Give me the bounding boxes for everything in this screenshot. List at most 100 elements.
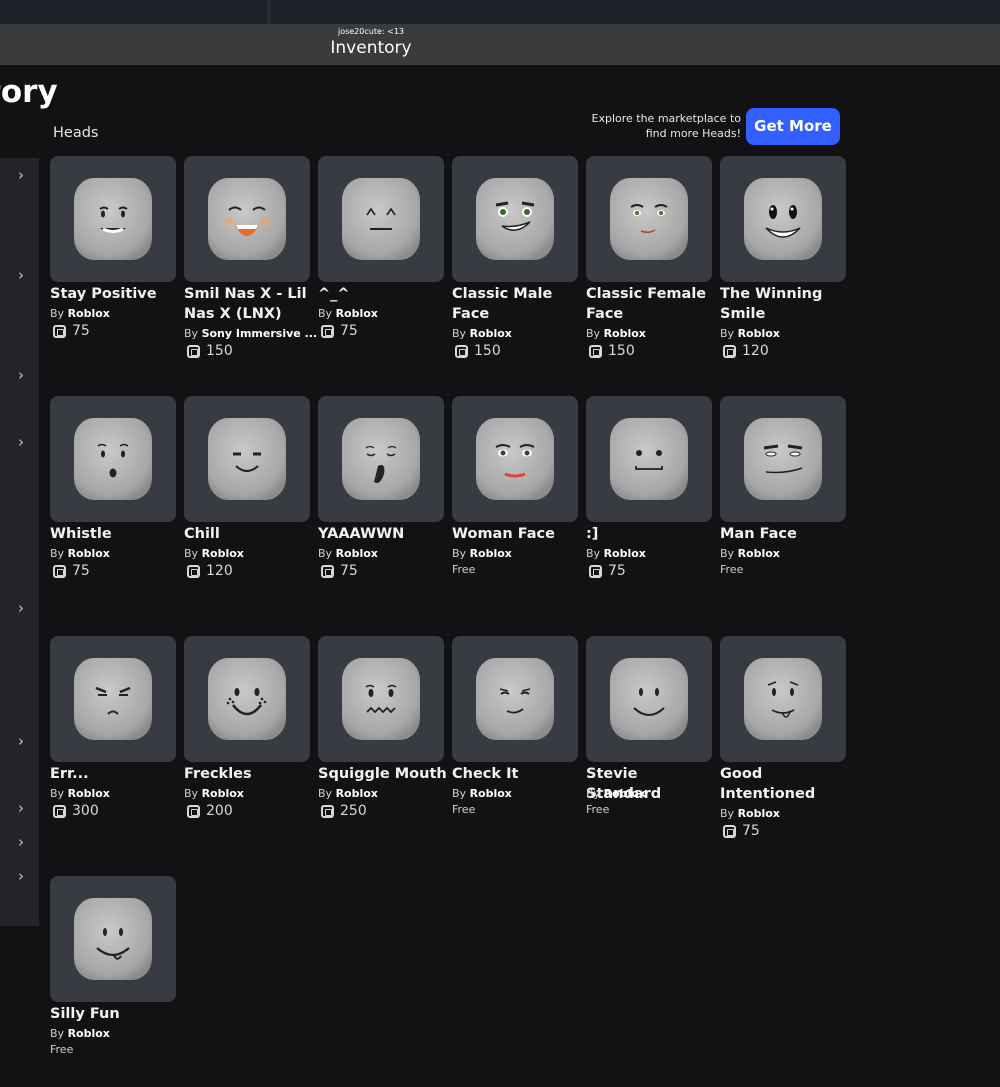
creator-name[interactable]: Roblox: [336, 787, 378, 800]
item-name[interactable]: :]: [586, 524, 716, 544]
chevron-right-icon[interactable]: ›: [18, 734, 30, 749]
creator-name[interactable]: Sony Immersive ...: [202, 327, 318, 340]
item-thumbnail[interactable]: [452, 396, 578, 522]
item-thumbnail[interactable]: [720, 396, 846, 522]
by-prefix: By: [184, 787, 199, 800]
item-meta: By Roblox 75: [50, 546, 190, 580]
item-name[interactable]: The Winning Smile: [720, 284, 850, 324]
item-name[interactable]: Stay Positive: [50, 284, 180, 304]
by-prefix: By: [452, 787, 467, 800]
creator-name[interactable]: Roblox: [202, 787, 244, 800]
item-thumbnail[interactable]: [452, 156, 578, 282]
item-meta: By Roblox 120: [184, 546, 324, 580]
item-name[interactable]: Woman Face: [452, 524, 582, 544]
item-name[interactable]: Silly Fun: [50, 1004, 180, 1024]
creator-name[interactable]: Roblox: [604, 547, 646, 560]
item-creator: By Roblox: [586, 786, 726, 802]
chevron-right-icon[interactable]: ›: [18, 168, 30, 183]
item-creator: By Roblox: [586, 326, 726, 342]
item-thumbnail[interactable]: [184, 396, 310, 522]
chevron-right-icon[interactable]: ›: [18, 801, 30, 816]
category-sidebar: › › › › › › › › ›: [0, 158, 39, 926]
price-value: 150: [206, 343, 233, 359]
creator-name[interactable]: Roblox: [738, 547, 780, 560]
creator-name[interactable]: Roblox: [738, 327, 780, 340]
creator-name[interactable]: Roblox: [470, 787, 512, 800]
chevron-right-icon[interactable]: ›: [18, 601, 30, 616]
price-value: 200: [206, 803, 233, 819]
item-name[interactable]: Smil Nas X - Lil Nas X (LNX): [184, 284, 314, 324]
item-name[interactable]: YAAAWWN: [318, 524, 448, 544]
item-meta: By Roblox Free: [50, 1026, 190, 1058]
item-creator: By Roblox: [318, 786, 458, 802]
item-thumbnail[interactable]: [50, 876, 176, 1002]
by-prefix: By: [586, 787, 601, 800]
creator-name[interactable]: Roblox: [738, 807, 780, 820]
item-thumbnail[interactable]: [318, 396, 444, 522]
item-name[interactable]: Good Intentioned: [720, 764, 850, 804]
item-thumbnail[interactable]: [452, 636, 578, 762]
by-prefix: By: [586, 547, 601, 560]
creator-name[interactable]: Roblox: [68, 547, 110, 560]
chevron-right-icon[interactable]: ›: [18, 435, 30, 450]
creator-name[interactable]: Roblox: [604, 787, 646, 800]
robux-icon: [723, 824, 736, 838]
item-thumbnail[interactable]: [50, 636, 176, 762]
creator-name[interactable]: Roblox: [68, 1027, 110, 1040]
by-prefix: By: [184, 547, 199, 560]
item-thumbnail[interactable]: [318, 156, 444, 282]
item-thumbnail[interactable]: [318, 636, 444, 762]
robux-icon: [321, 564, 334, 578]
item-name[interactable]: Check It: [452, 764, 582, 784]
item-meta: By Roblox Free: [452, 546, 592, 578]
item-thumbnail[interactable]: [586, 636, 712, 762]
by-prefix: By: [586, 327, 601, 340]
item-name[interactable]: Freckles: [184, 764, 314, 784]
item-thumbnail[interactable]: [184, 156, 310, 282]
item-thumbnail[interactable]: [720, 156, 846, 282]
item-price: 150: [586, 342, 726, 360]
item-name[interactable]: Man Face: [720, 524, 850, 544]
item-thumbnail[interactable]: [720, 636, 846, 762]
creator-name[interactable]: Roblox: [336, 307, 378, 320]
item-meta: By Roblox 75: [586, 546, 726, 580]
item-meta: By Roblox 75: [318, 546, 458, 580]
creator-name[interactable]: Roblox: [68, 307, 110, 320]
item-name[interactable]: Err...: [50, 764, 180, 784]
item-thumbnail[interactable]: [50, 156, 176, 282]
chevron-right-icon[interactable]: ›: [18, 869, 30, 884]
get-more-button[interactable]: Get More: [746, 108, 840, 145]
chevron-right-icon[interactable]: ›: [18, 268, 30, 283]
creator-name[interactable]: Roblox: [470, 327, 512, 340]
item-thumbnail[interactable]: [586, 396, 712, 522]
item-name[interactable]: ^_^: [318, 284, 448, 304]
by-prefix: By: [720, 547, 735, 560]
chevron-right-icon[interactable]: ›: [18, 368, 30, 383]
item-name[interactable]: Classic Male Face: [452, 284, 582, 324]
item-meta: By Roblox 75: [720, 806, 860, 840]
creator-name[interactable]: Roblox: [604, 327, 646, 340]
item-thumbnail[interactable]: [50, 396, 176, 522]
chevron-right-icon[interactable]: ›: [18, 835, 30, 850]
creator-name[interactable]: Roblox: [470, 547, 512, 560]
item-name[interactable]: Classic Female Face: [586, 284, 716, 324]
item-thumbnail[interactable]: [586, 156, 712, 282]
price-value: 75: [72, 563, 90, 579]
creator-name[interactable]: Roblox: [336, 547, 378, 560]
item-name[interactable]: Chill: [184, 524, 314, 544]
by-prefix: By: [184, 327, 199, 340]
username-label: jose20cute: <13: [337, 27, 405, 36]
item-creator: By Roblox: [720, 326, 860, 342]
price-value: 250: [340, 803, 367, 819]
by-prefix: By: [318, 787, 333, 800]
item-creator: By Roblox: [452, 786, 592, 802]
item-thumbnail[interactable]: [184, 636, 310, 762]
item-name[interactable]: Squiggle Mouth: [318, 764, 448, 784]
creator-name[interactable]: Roblox: [202, 547, 244, 560]
by-prefix: By: [50, 787, 65, 800]
creator-name[interactable]: Roblox: [68, 787, 110, 800]
by-prefix: By: [50, 1027, 65, 1040]
item-price: 120: [184, 562, 324, 580]
item-name[interactable]: Whistle: [50, 524, 180, 544]
item-meta: By Sony Immersive ... 150: [184, 326, 324, 360]
